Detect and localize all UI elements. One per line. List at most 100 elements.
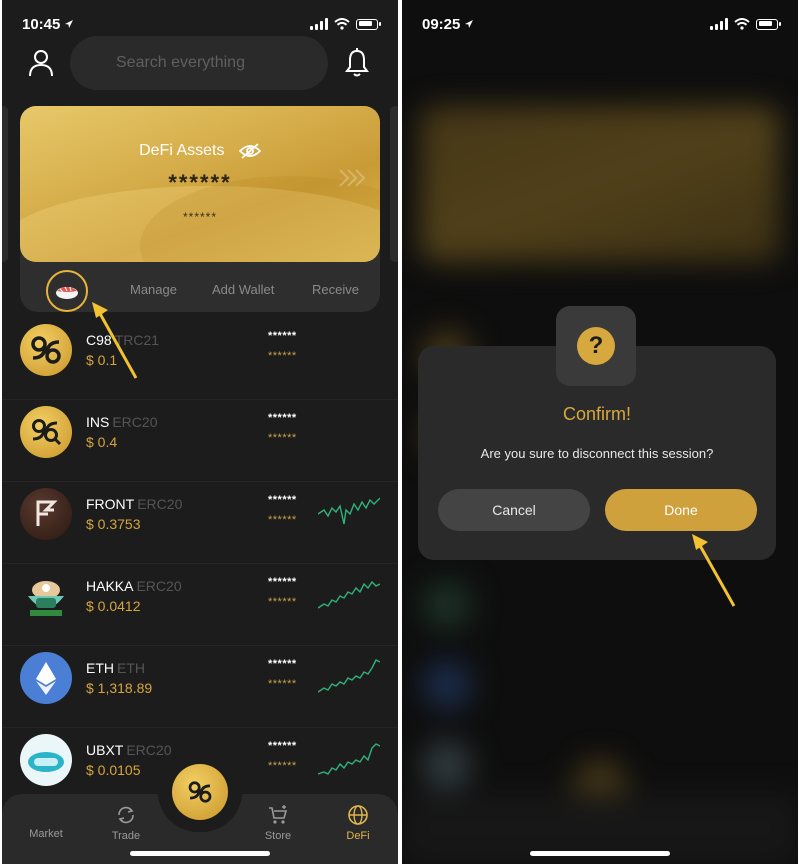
token-price: $ 0.0105 xyxy=(86,762,141,778)
token-symbol: HAKKA xyxy=(86,578,134,594)
card-balance: ****** xyxy=(168,170,232,195)
battery-icon xyxy=(356,18,381,30)
card-actions: Manage Add Wallet Receive xyxy=(20,270,380,312)
token-row-hakka[interactable]: HAKKA ERC20 $ 0.0412 ****** ****** xyxy=(2,564,398,646)
tab-defi[interactable]: DeFi xyxy=(328,804,388,842)
home-indicator xyxy=(530,851,670,856)
status-bar: 09:25 xyxy=(422,14,781,34)
signal-icon xyxy=(710,18,728,30)
status-time: 10:45 xyxy=(22,15,61,33)
battery-icon xyxy=(756,18,781,30)
token-value: ****** xyxy=(268,350,297,362)
home-indicator xyxy=(130,851,270,856)
hakka-logo-icon xyxy=(20,570,72,622)
token-row-ins[interactable]: INS ERC20 $ 0.4 ****** ****** xyxy=(2,400,398,482)
annotation-arrow-icon xyxy=(92,302,138,379)
front-logo-icon xyxy=(20,488,72,540)
token-standard: ETH xyxy=(117,660,145,676)
token-value: ****** xyxy=(268,760,297,772)
location-icon xyxy=(65,20,74,28)
dialog-message: Are you sure to disconnect this session? xyxy=(480,446,714,461)
dialog-title: Confirm! xyxy=(562,404,631,424)
token-balance: ****** xyxy=(268,740,297,752)
token-row-eth[interactable]: ETH ETH $ 1,318.89 ****** ****** xyxy=(2,646,398,728)
bell-icon[interactable] xyxy=(344,48,370,78)
status-bar: 10:45 xyxy=(22,14,381,34)
token-row-c98[interactable]: C98 TRC21 $ 0.1 ****** ****** xyxy=(2,318,398,400)
cancel-button[interactable]: Cancel xyxy=(438,489,590,531)
question-icon-box: ? xyxy=(556,306,636,386)
tab-trade[interactable]: Trade xyxy=(96,804,156,842)
question-icon: ? xyxy=(577,327,615,365)
bottom-tab-bar: Market Trade Store DeFi xyxy=(2,764,398,864)
price-sparkline xyxy=(318,580,380,609)
c98-logo-icon xyxy=(20,324,72,376)
status-time: 09:25 xyxy=(422,15,461,33)
token-value: ****** xyxy=(268,678,297,690)
annotation-arrow-icon xyxy=(692,534,736,607)
profile-icon[interactable] xyxy=(26,48,56,78)
tab-label: Market xyxy=(29,828,63,840)
token-value: ****** xyxy=(268,514,297,526)
globe-icon xyxy=(348,805,368,825)
wallet-screen: 10:45 Search everything DeFi Assets ****… xyxy=(2,0,398,864)
defi-assets-card[interactable]: DeFi Assets ****** ****** xyxy=(20,106,380,262)
tab-label: Store xyxy=(264,830,292,842)
token-value: ****** xyxy=(268,596,297,608)
token-standard: ERC20 xyxy=(136,578,182,594)
ins-logo-icon xyxy=(20,406,72,458)
token-balance: ****** xyxy=(268,658,297,670)
token-balance: ****** xyxy=(268,576,297,588)
token-standard: ERC20 xyxy=(126,742,172,758)
eth-logo-icon xyxy=(20,652,72,704)
token-symbol: INS xyxy=(86,414,110,430)
token-standard: ERC20 xyxy=(137,496,183,512)
location-icon xyxy=(465,20,474,28)
token-symbol: UBXT xyxy=(86,742,124,758)
cart-icon xyxy=(269,805,288,824)
tab-market[interactable]: Market xyxy=(16,826,76,840)
hide-balance-icon[interactable] xyxy=(238,143,261,159)
price-sparkline xyxy=(318,659,380,693)
tab-label: DeFi xyxy=(346,830,370,842)
top-bar: Search everything xyxy=(2,36,398,90)
wifi-icon xyxy=(334,18,350,30)
token-balance: ****** xyxy=(268,494,297,506)
add-wallet-button[interactable]: Add Wallet xyxy=(212,282,274,297)
sushi-icon xyxy=(56,286,78,299)
price-sparkline xyxy=(318,497,380,525)
card-title: DeFi Assets xyxy=(139,142,225,159)
price-sparkline xyxy=(318,743,380,775)
c98-logo-icon xyxy=(188,781,212,803)
next-card-peek[interactable] xyxy=(390,106,398,262)
token-price: $ 0.3753 xyxy=(86,516,141,532)
manage-button[interactable]: Manage xyxy=(130,282,177,297)
token-price: $ 1,318.89 xyxy=(86,680,153,696)
screenshot-stage: 10:45 Search everything DeFi Assets ****… xyxy=(0,0,800,864)
c98-home-button[interactable] xyxy=(172,764,228,820)
search-input[interactable]: Search everything xyxy=(70,36,328,90)
token-standard: ERC20 xyxy=(112,414,158,430)
token-balance: ****** xyxy=(268,330,297,342)
token-symbol: ETH xyxy=(86,660,114,676)
sushi-wallet-button[interactable] xyxy=(46,270,88,312)
prev-card-peek[interactable] xyxy=(2,106,8,262)
token-price: $ 0.4 xyxy=(86,434,118,450)
token-value: ****** xyxy=(268,432,297,444)
token-price: $ 0.0412 xyxy=(86,598,141,614)
defi-assets-card-panel: DeFi Assets ****** ****** Manage Add Wal… xyxy=(20,106,380,312)
signal-icon xyxy=(310,18,328,30)
token-symbol: FRONT xyxy=(86,496,135,512)
confirm-screen: 09:25 Confirm! Are you sure to disconnec… xyxy=(402,0,798,864)
tab-label: Trade xyxy=(111,830,141,842)
ubxt-logo-icon xyxy=(20,734,72,786)
token-balance: ****** xyxy=(268,412,297,424)
card-sub-balance: ****** xyxy=(182,210,218,224)
tab-store[interactable]: Store xyxy=(248,804,308,842)
trade-icon xyxy=(118,806,134,824)
token-row-front[interactable]: FRONT ERC20 $ 0.3753 ****** ****** xyxy=(2,482,398,564)
receive-button[interactable]: Receive xyxy=(312,282,359,297)
done-button[interactable]: Done xyxy=(605,489,757,531)
token-list: C98 TRC21 $ 0.1 ****** ****** INS ERC20 $ … xyxy=(2,318,398,810)
wifi-icon xyxy=(734,18,750,30)
